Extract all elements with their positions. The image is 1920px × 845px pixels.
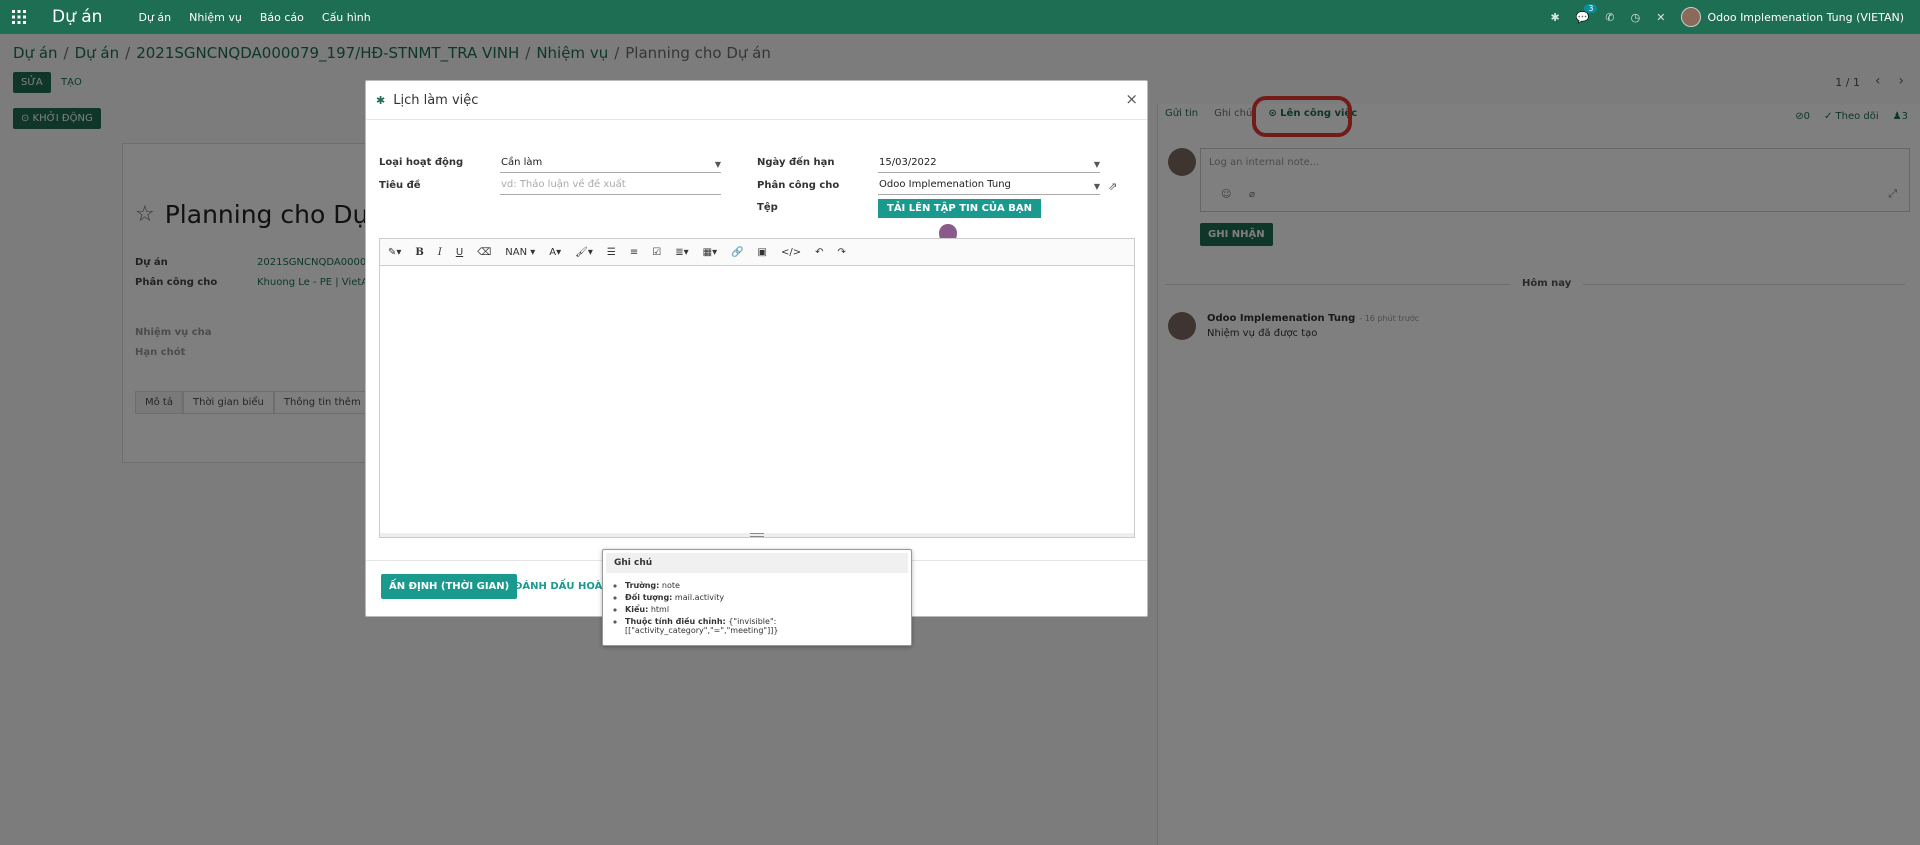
tooltip-type: Kiểu: html	[625, 605, 911, 614]
nav-menu-reports[interactable]: Báo cáo	[260, 11, 304, 24]
tools-icon[interactable]: ✕	[1656, 11, 1665, 24]
editor-resize-bar[interactable]	[380, 533, 1134, 537]
checklist-icon[interactable]: ☑	[652, 247, 661, 258]
schedule-button[interactable]: ẤN ĐỊNH (THỜI GIAN)	[381, 574, 518, 599]
chat-icon[interactable]: 💬 3	[1576, 3, 1598, 24]
resize-handle[interactable]	[750, 533, 764, 537]
bug-icon: ✱	[376, 93, 386, 107]
dialog-title: Lịch làm việc	[393, 92, 479, 108]
code-view-icon[interactable]: </>	[781, 247, 801, 258]
clock-icon[interactable]: ◷	[1631, 11, 1641, 24]
chat-badge: 3	[1584, 3, 1598, 13]
link-icon[interactable]: 🔗	[731, 247, 743, 258]
ordered-list-icon[interactable]: ≡	[630, 247, 638, 258]
user-menu[interactable]: Odoo Implemenation Tung (VIETAN)	[1681, 7, 1904, 27]
underline-icon[interactable]: U	[456, 247, 463, 258]
tooltip-modifiers: Thuộc tính điều chỉnh: {"invisible":[["a…	[625, 617, 911, 635]
tooltip-object: Đối tượng: mail.activity	[625, 593, 911, 602]
summary-label: Tiêu đề	[379, 180, 421, 191]
caret-down-icon: ▼	[714, 160, 721, 169]
activity-type-select[interactable]: Cần làm ▼	[500, 157, 721, 173]
avatar	[1681, 7, 1702, 27]
note-editor[interactable]: ✎▾ B I U ⌫ NAN ▾ A▾ 🖌▾ ☰ ≡ ☑ ≣▾ ▦▾ 🔗 ▣ <…	[379, 238, 1135, 538]
summary-input[interactable]: vd: Thảo luận về đề xuất	[500, 179, 721, 195]
redo-icon[interactable]: ↷	[838, 247, 846, 258]
table-icon[interactable]: ▦▾	[703, 247, 717, 258]
top-navbar: Dự án Dự án Nhiệm vụ Báo cáo Cấu hình ✱ …	[0, 0, 1920, 34]
align-icon[interactable]: ≣▾	[675, 247, 688, 258]
unordered-list-icon[interactable]: ☰	[607, 247, 616, 258]
caret-down-icon: ▼	[1093, 160, 1100, 169]
close-icon[interactable]: ×	[1125, 90, 1138, 108]
undo-icon[interactable]: ↶	[815, 247, 823, 258]
files-label: Tệp	[757, 202, 778, 213]
font-size-dropdown[interactable]: NAN ▾	[505, 247, 535, 258]
magic-wand-icon[interactable]: ✎▾	[388, 247, 401, 258]
editor-toolbar: ✎▾ B I U ⌫ NAN ▾ A▾ 🖌▾ ☰ ≡ ☑ ≣▾ ▦▾ 🔗 ▣ <…	[380, 239, 1134, 266]
tooltip-heading: Ghi chú	[606, 553, 908, 573]
apps-menu-icon[interactable]	[0, 10, 38, 24]
image-icon[interactable]: ▣	[758, 247, 767, 258]
brush-icon[interactable]: 🖌▾	[575, 247, 593, 258]
bold-icon[interactable]: B	[415, 247, 423, 258]
due-date-input[interactable]: 15/03/2022 ▼	[878, 157, 1100, 173]
assigned-to-select[interactable]: Odoo Implemenation Tung ▼	[878, 179, 1100, 195]
tooltip-field: Trường: note	[625, 581, 911, 590]
italic-icon[interactable]: I	[438, 247, 442, 258]
nav-menu-projects[interactable]: Dự án	[138, 11, 171, 24]
schedule-activity-dialog: ✱ Lịch làm việc × Loại hoạt động Cần làm…	[365, 80, 1148, 617]
field-tooltip: Ghi chú Trường: note Đối tượng: mail.act…	[602, 549, 912, 646]
assigned-to-label: Phân công cho	[757, 180, 840, 191]
nav-menu-tasks[interactable]: Nhiệm vụ	[189, 11, 242, 24]
external-link-icon[interactable]: ⇗	[1108, 180, 1117, 193]
eraser-icon[interactable]: ⌫	[477, 247, 491, 258]
nav-menu-config[interactable]: Cấu hình	[322, 11, 371, 24]
app-title[interactable]: Dự án	[52, 7, 102, 27]
due-date-label: Ngày đến hạn	[757, 157, 835, 168]
dialog-header: ✱ Lịch làm việc	[366, 81, 1147, 120]
upload-file-button[interactable]: TẢI LÊN TẬP TIN CỦA BẠN	[878, 199, 1041, 218]
bug-icon[interactable]: ✱	[1551, 11, 1560, 24]
font-color-icon[interactable]: A▾	[549, 247, 561, 258]
activity-type-label: Loại hoạt động	[379, 157, 464, 168]
user-name: Odoo Implemenation Tung (VIETAN)	[1707, 10, 1904, 24]
phone-icon[interactable]: ✆	[1605, 11, 1614, 24]
caret-down-icon: ▼	[1093, 182, 1100, 191]
